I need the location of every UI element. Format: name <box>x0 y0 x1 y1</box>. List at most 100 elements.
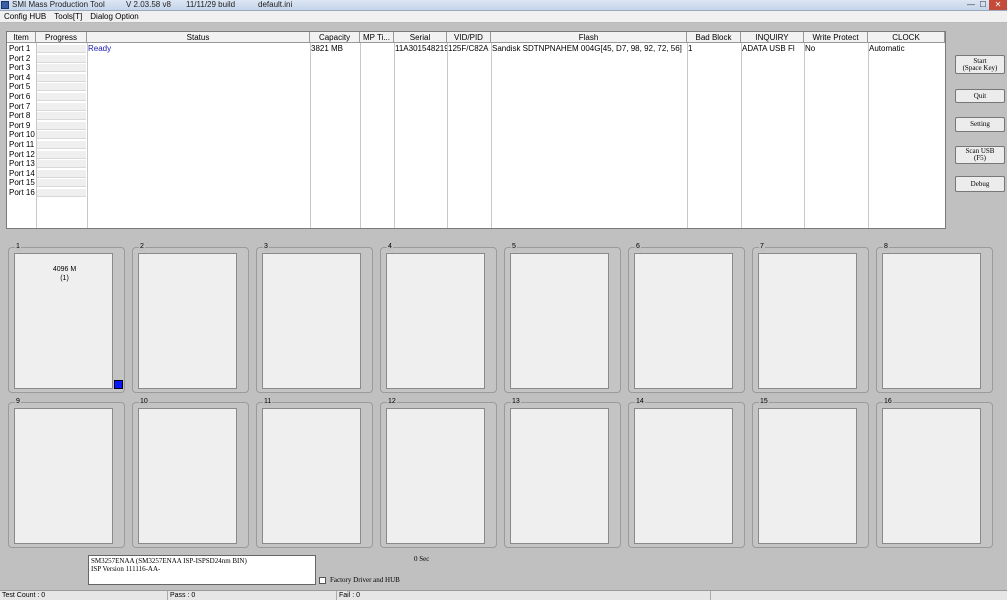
slot-panel[interactable]: 7 <box>752 243 869 393</box>
slot-display <box>14 408 113 544</box>
port-label: Port 3 <box>9 63 31 73</box>
firmware-info-box: SM3257ENAA (SM3257ENAA ISP-ISPSD24nm BIN… <box>88 555 316 585</box>
slot-display <box>510 408 609 544</box>
col-progress[interactable]: Progress <box>36 32 87 43</box>
slot-panel[interactable]: 6 <box>628 243 745 393</box>
port-label: Port 10 <box>9 130 35 140</box>
debug-button[interactable]: Debug <box>955 176 1005 192</box>
scan-usb-button[interactable]: Scan USB (F5) <box>955 146 1005 164</box>
progress-bar <box>37 121 86 130</box>
maximize-button[interactable]: ☐ <box>977 0 989 10</box>
slot-panel[interactable]: 13 <box>504 398 621 548</box>
window-title: SMI Mass Production Tool <box>12 0 105 9</box>
col-vidpid[interactable]: VID/PID <box>447 32 491 43</box>
slot-status-indicator <box>114 380 123 389</box>
col-serial[interactable]: Serial <box>394 32 447 43</box>
slot-display <box>138 408 237 544</box>
row1-flash: Sandisk SDTNPNAHEM 004G[45, D7, 98, 92, … <box>492 44 682 53</box>
test-count: Test Count : 0 <box>0 591 168 600</box>
port-label: Port 15 <box>9 178 35 188</box>
slot-display <box>262 408 361 544</box>
start-button[interactable]: Start (Space Key) <box>955 55 1005 74</box>
progress-bar <box>37 179 86 188</box>
slot-panel[interactable]: 1 4096 M (1) <box>8 243 125 393</box>
timer-label: 0 Sec <box>414 555 430 563</box>
slot-panel[interactable]: 15 <box>752 398 869 548</box>
port-label: Port 1 <box>9 44 31 53</box>
port-label: Port 9 <box>9 120 31 130</box>
slot-index: (1) <box>60 275 69 282</box>
progress-bar <box>37 131 86 140</box>
port-label: Port 5 <box>9 82 31 92</box>
row1-status: Ready <box>88 44 112 53</box>
progress-bar <box>37 141 86 149</box>
slot-number: 9 <box>15 398 21 406</box>
progress-bar <box>37 93 86 101</box>
col-mp-time[interactable]: MP Ti... <box>360 32 394 43</box>
menu-config-hub[interactable]: Config HUB <box>0 11 50 22</box>
slot-display <box>386 253 485 389</box>
slot-number: 14 <box>635 398 645 406</box>
setting-button[interactable]: Setting <box>955 117 1005 132</box>
progress-bar <box>37 45 86 53</box>
slot-number: 4 <box>387 243 393 251</box>
port-label: Port 7 <box>9 101 31 111</box>
slot-panel[interactable]: 16 <box>876 398 993 548</box>
port-label: Port 16 <box>9 188 35 197</box>
factory-driver-checkbox[interactable] <box>319 577 326 584</box>
col-flash[interactable]: Flash <box>491 32 687 43</box>
slot-panel[interactable]: 2 <box>132 243 249 393</box>
slot-panel[interactable]: 3 <box>256 243 373 393</box>
slot-panel[interactable]: 4 <box>380 243 497 393</box>
progress-bar <box>37 54 86 63</box>
progress-bar <box>37 102 86 111</box>
slot-display <box>882 408 981 544</box>
title-bar: SMI Mass Production Tool V 2.03.58 v8 11… <box>0 0 1007 11</box>
row1-serial: 11A301548219 <box>395 44 447 53</box>
progress-bar <box>37 73 86 82</box>
slot-panel[interactable]: 11 <box>256 398 373 548</box>
row1-capacity: 3821 MB <box>311 44 344 53</box>
minimize-button[interactable]: — <box>965 0 977 10</box>
port-label: Port 11 <box>9 140 35 149</box>
close-button[interactable]: ✕ <box>989 0 1007 10</box>
slot-number: 2 <box>139 243 145 251</box>
slot-number: 5 <box>511 243 517 251</box>
row1-bad-block: 1 <box>688 44 693 53</box>
port-label: Port 8 <box>9 111 31 121</box>
slot-panel[interactable]: 5 <box>504 243 621 393</box>
col-item[interactable]: Item <box>7 32 36 43</box>
port-label: Port 4 <box>9 72 31 82</box>
slot-display <box>634 253 733 389</box>
col-bad-block[interactable]: Bad Block <box>687 32 741 43</box>
slot-capacity: 4096 M <box>52 266 77 273</box>
progress-bar <box>37 160 86 169</box>
progress-bar <box>37 189 86 197</box>
menu-tools[interactable]: Tools[T] <box>50 11 86 22</box>
slot-panel[interactable]: 10 <box>132 398 249 548</box>
col-write-protect[interactable]: Write Protect <box>804 32 868 43</box>
slot-number: 10 <box>139 398 149 406</box>
slot-panel[interactable]: 8 <box>876 243 993 393</box>
firmware-info-line1: SM3257ENAA (SM3257ENAA ISP-ISPSD24nm BIN… <box>91 557 247 565</box>
slot-panel[interactable]: 14 <box>628 398 745 548</box>
slot-panel[interactable]: 9 <box>8 398 125 548</box>
slot-display <box>634 408 733 544</box>
slot-display: 4096 M (1) <box>14 253 113 389</box>
row1-clock: Automatic <box>869 44 905 53</box>
pass-count: Pass : 0 <box>168 591 337 600</box>
port-label: Port 14 <box>9 168 35 178</box>
col-inquiry[interactable]: INQUIRY <box>741 32 804 43</box>
col-clock[interactable]: CLOCK <box>868 32 945 43</box>
slot-panel[interactable]: 12 <box>380 398 497 548</box>
row1-inquiry: ADATA USB Fl <box>742 44 795 53</box>
col-capacity[interactable]: Capacity <box>310 32 360 43</box>
ini-label: default.ini <box>258 0 293 9</box>
grid-header: Item Progress Status Capacity MP Ti... S… <box>7 32 945 43</box>
row1-write-protect: No <box>805 44 816 53</box>
col-status[interactable]: Status <box>87 32 310 43</box>
menu-dialog-option[interactable]: Dialog Option <box>86 11 142 22</box>
slot-display <box>262 253 361 389</box>
slot-number: 1 <box>15 243 21 251</box>
quit-button[interactable]: Quit <box>955 89 1005 103</box>
